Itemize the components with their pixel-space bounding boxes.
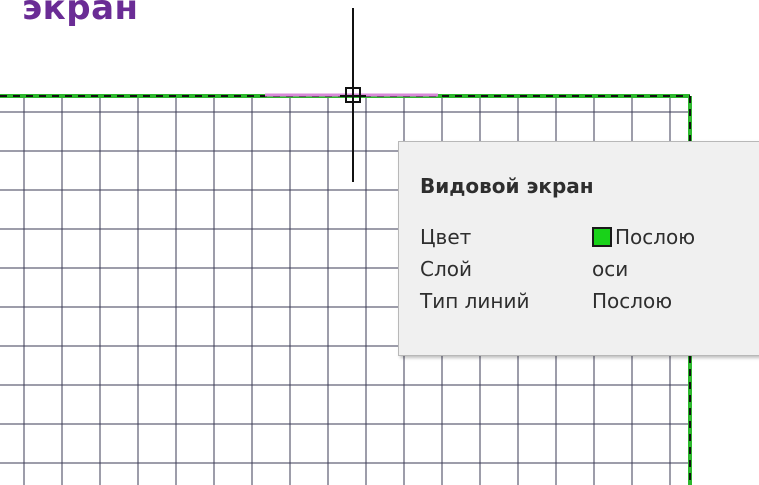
- tooltip-title: Видовой экран: [420, 174, 594, 198]
- row-value: Послою: [592, 223, 695, 251]
- crosshair-pickbox-icon: [340, 8, 366, 182]
- row-value-text: Послою: [615, 225, 696, 249]
- properties-tooltip: Видовой экран Цвет Послою Слой оси Тип лин…: [398, 141, 759, 356]
- tooltip-row-layer: Слой оси: [420, 255, 628, 283]
- color-swatch-icon: [592, 227, 612, 247]
- row-value: Послою: [592, 289, 673, 313]
- row-label: Цвет: [420, 225, 472, 249]
- cad-drawing-area[interactable]: экран Видовой экран Цвет Послою Слой оси Т…: [0, 0, 759, 485]
- tooltip-row-color: Цвет Послою: [420, 223, 695, 251]
- tooltip-row-linetype: Тип линий Послою: [420, 287, 672, 315]
- row-value: оси: [592, 257, 629, 281]
- row-label: Слой: [420, 257, 472, 281]
- row-label: Тип линий: [420, 289, 530, 313]
